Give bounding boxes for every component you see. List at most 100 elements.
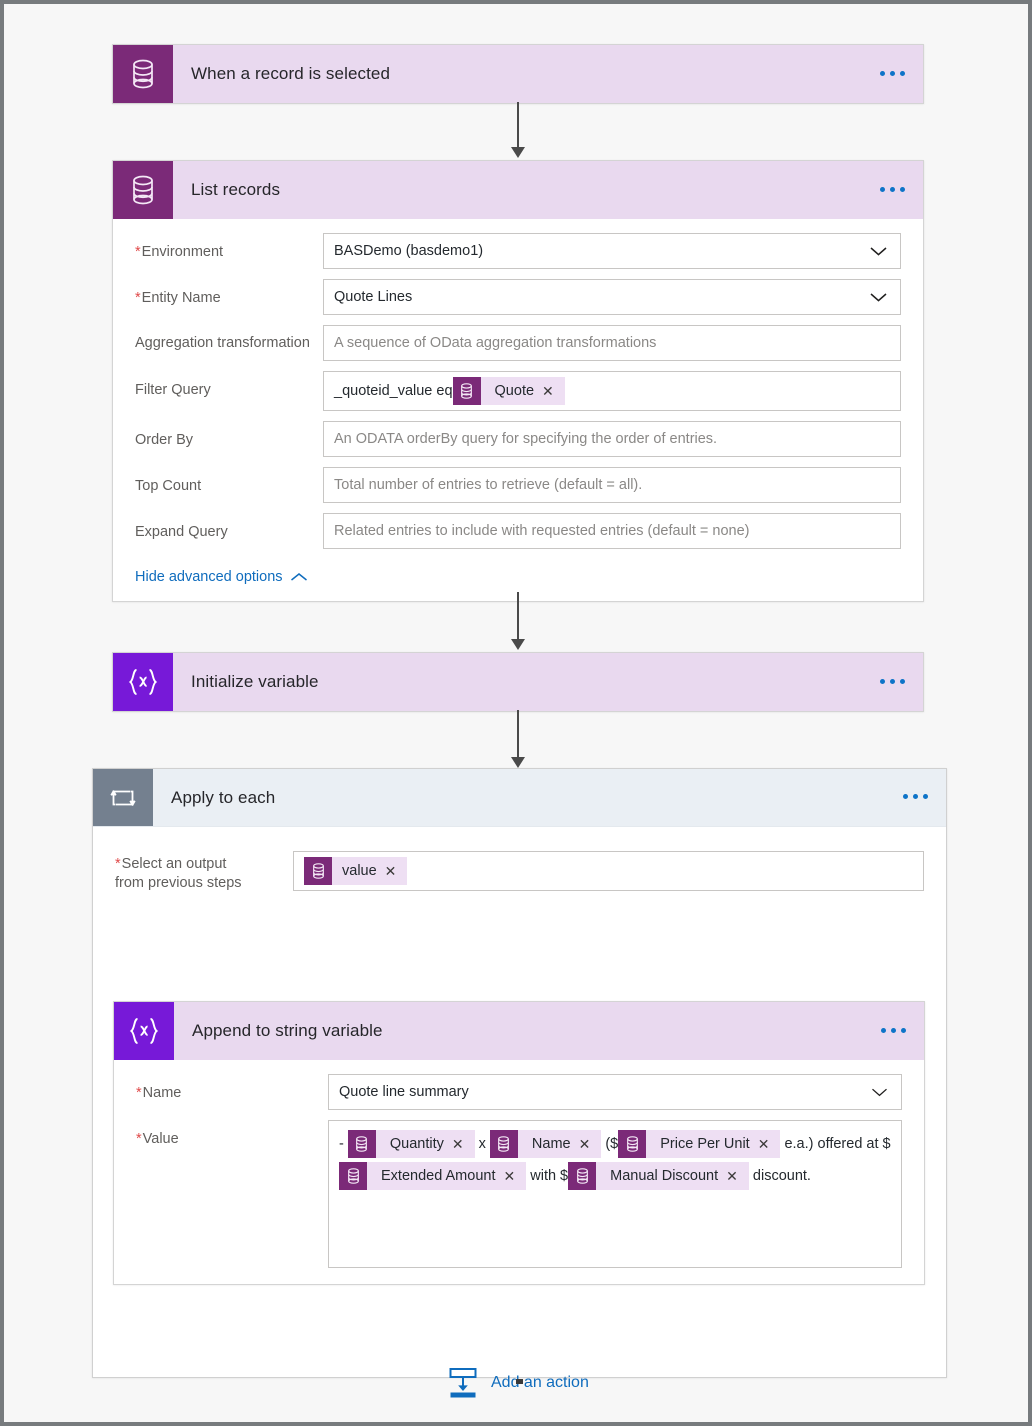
expand-query-input[interactable]: Related entries to include with requeste… <box>323 513 901 549</box>
value-text-fragment: with $ <box>526 1168 569 1185</box>
field-row-top-count: Top Count Total number of entries to ret… <box>135 467 901 503</box>
card-header[interactable]: List records <box>113 161 923 219</box>
placeholder-text: A sequence of OData aggregation transfor… <box>334 335 657 351</box>
card-header[interactable]: Apply to each <box>93 769 946 827</box>
placeholder-text: An ODATA orderBy query for specifying th… <box>334 431 718 447</box>
more-commands-button[interactable] <box>862 1002 924 1060</box>
dataverse-database-icon <box>304 857 332 885</box>
dynamic-content-token[interactable]: value ✕ <box>304 857 408 885</box>
card-header[interactable]: Initialize variable <box>113 653 923 711</box>
card-header[interactable]: When a record is selected <box>113 45 923 103</box>
token-label: Quote <box>494 383 535 399</box>
entity-name-select[interactable]: Quote Lines <box>323 279 901 315</box>
aggregation-transformation-input[interactable]: A sequence of OData aggregation transfor… <box>323 325 901 361</box>
more-commands-button[interactable] <box>884 769 946 826</box>
connector-arrow <box>511 592 525 650</box>
card-header[interactable]: Append to string variable <box>114 1002 924 1060</box>
dataverse-database-icon <box>113 161 173 219</box>
remove-token-icon[interactable]: ✕ <box>385 857 408 885</box>
token-label: Extended Amount <box>381 1168 496 1185</box>
flow-card-append-to-string-variable[interactable]: Append to string variable *Name Quote li… <box>113 1001 925 1285</box>
remove-token-icon[interactable]: ✕ <box>758 1130 781 1158</box>
remove-token-icon[interactable]: ✕ <box>579 1130 602 1158</box>
dataverse-database-icon <box>618 1130 647 1159</box>
more-commands-button[interactable] <box>861 161 923 219</box>
chevron-up-icon <box>290 572 307 581</box>
field-label: *Name <box>136 1085 182 1101</box>
card-title: When a record is selected <box>191 64 391 83</box>
list-records-fields: *Environment BASDemo (basdemo1) *Entity … <box>113 219 923 565</box>
required-asterisk: * <box>115 856 121 872</box>
value-text-fragment: - <box>339 1136 348 1152</box>
order-by-input[interactable]: An ODATA orderBy query for specifying th… <box>323 421 901 457</box>
append-to-string-fields: *Name Quote line summary *Value - Quanti… <box>114 1060 924 1284</box>
field-label-line2: from previous steps <box>115 875 242 891</box>
field-label: *Entity Name <box>135 290 221 306</box>
field-row-select-output: *Select an output from previous steps va… <box>93 827 946 893</box>
add-an-action-label: Add an action <box>491 1374 589 1391</box>
value-text-fragment: x <box>474 1136 490 1152</box>
field-row-expand-query: Expand Query Related entries to include … <box>135 513 901 549</box>
remove-token-icon[interactable]: ✕ <box>726 1162 749 1190</box>
flow-card-trigger[interactable]: When a record is selected <box>112 44 924 104</box>
token-label: value <box>342 863 377 879</box>
chevron-down-icon <box>870 247 887 256</box>
flow-card-initialize-variable[interactable]: Initialize variable <box>112 652 924 712</box>
variable-name-select[interactable]: Quote line summary <box>328 1074 902 1110</box>
top-count-input[interactable]: Total number of entries to retrieve (def… <box>323 467 901 503</box>
hide-advanced-options-label: Hide advanced options <box>135 569 283 585</box>
more-commands-button[interactable] <box>861 653 923 711</box>
dynamic-content-token[interactable]: Quantity ✕ <box>347 1130 475 1159</box>
environment-select[interactable]: BASDemo (basdemo1) <box>323 233 901 269</box>
dataverse-database-icon <box>452 377 481 405</box>
more-commands-button[interactable] <box>861 45 923 103</box>
dynamic-content-token[interactable]: Price Per Unit ✕ <box>618 1130 781 1159</box>
remove-token-icon[interactable]: ✕ <box>452 1130 475 1158</box>
token-label: Name <box>531 1136 571 1153</box>
value-text-fragment: e.a.) offered at $ <box>780 1136 891 1152</box>
dynamic-content-token[interactable]: Manual Discount ✕ <box>568 1162 749 1191</box>
remove-token-icon[interactable]: ✕ <box>542 377 565 405</box>
field-row-order-by: Order By An ODATA orderBy query for spec… <box>135 421 901 457</box>
card-title: Apply to each <box>171 787 276 807</box>
flow-card-list-records[interactable]: List records *Environment BASDemo (basde… <box>112 160 924 602</box>
chevron-down-icon <box>870 293 887 302</box>
flow-card-apply-to-each[interactable]: Apply to each *Select an output from pre… <box>92 768 947 1398</box>
flow-designer-viewport: When a record is selected List records *… <box>0 0 1032 1426</box>
remove-token-icon[interactable]: ✕ <box>503 1162 526 1190</box>
apply-to-each-body: *Select an output from previous steps va… <box>93 827 946 1398</box>
token-label: Price Per Unit <box>660 1136 750 1153</box>
value-text-fragment: discount. <box>748 1168 811 1185</box>
field-label: Aggregation transformation <box>135 335 310 351</box>
entity-name-value: Quote Lines <box>334 289 413 305</box>
field-row-environment: *Environment BASDemo (basdemo1) <box>135 233 901 269</box>
token-label: Quantity <box>389 1136 444 1153</box>
filter-query-input[interactable]: _quoteid_value eq Quote ✕ <box>323 371 901 411</box>
placeholder-text: Total number of entries to retrieve (def… <box>334 477 643 493</box>
dynamic-content-token[interactable]: Quote ✕ <box>452 377 565 405</box>
value-rich-input[interactable]: - Quantity ✕ x Name ✕ ($ Price Per Unit ✕ e.… <box>328 1120 902 1268</box>
required-asterisk: * <box>136 1131 142 1147</box>
field-row-entity-name: *Entity Name Quote Lines <box>135 279 901 315</box>
dynamic-content-token[interactable]: Name ✕ <box>489 1130 602 1159</box>
select-output-input[interactable]: value ✕ <box>293 851 924 891</box>
dataverse-database-icon <box>568 1162 597 1191</box>
required-asterisk: * <box>135 290 141 306</box>
card-title: List records <box>191 180 281 199</box>
dataverse-database-icon <box>347 1130 376 1159</box>
variable-name-value: Quote line summary <box>339 1084 469 1100</box>
dynamic-content-token[interactable]: Extended Amount ✕ <box>339 1162 527 1191</box>
environment-value: BASDemo (basdemo1) <box>334 243 484 259</box>
connector-arrow <box>511 102 525 158</box>
required-asterisk: * <box>136 1085 142 1101</box>
dataverse-database-icon <box>113 45 173 103</box>
flow-canvas[interactable]: When a record is selected List records *… <box>4 4 1028 1422</box>
placeholder-text: Related entries to include with requeste… <box>334 523 750 539</box>
value-text-fragment: ($ <box>601 1136 619 1152</box>
field-row-value: *Value - Quantity ✕ x Name ✕ ($ Price Per U… <box>136 1120 902 1268</box>
field-row-filter-query: Filter Query _quoteid_value eq Quote ✕ <box>135 371 901 411</box>
field-label: Expand Query <box>135 524 228 540</box>
variable-braces-icon <box>113 653 173 711</box>
chevron-down-icon <box>872 1088 887 1097</box>
card-title: Append to string variable <box>192 1021 383 1040</box>
